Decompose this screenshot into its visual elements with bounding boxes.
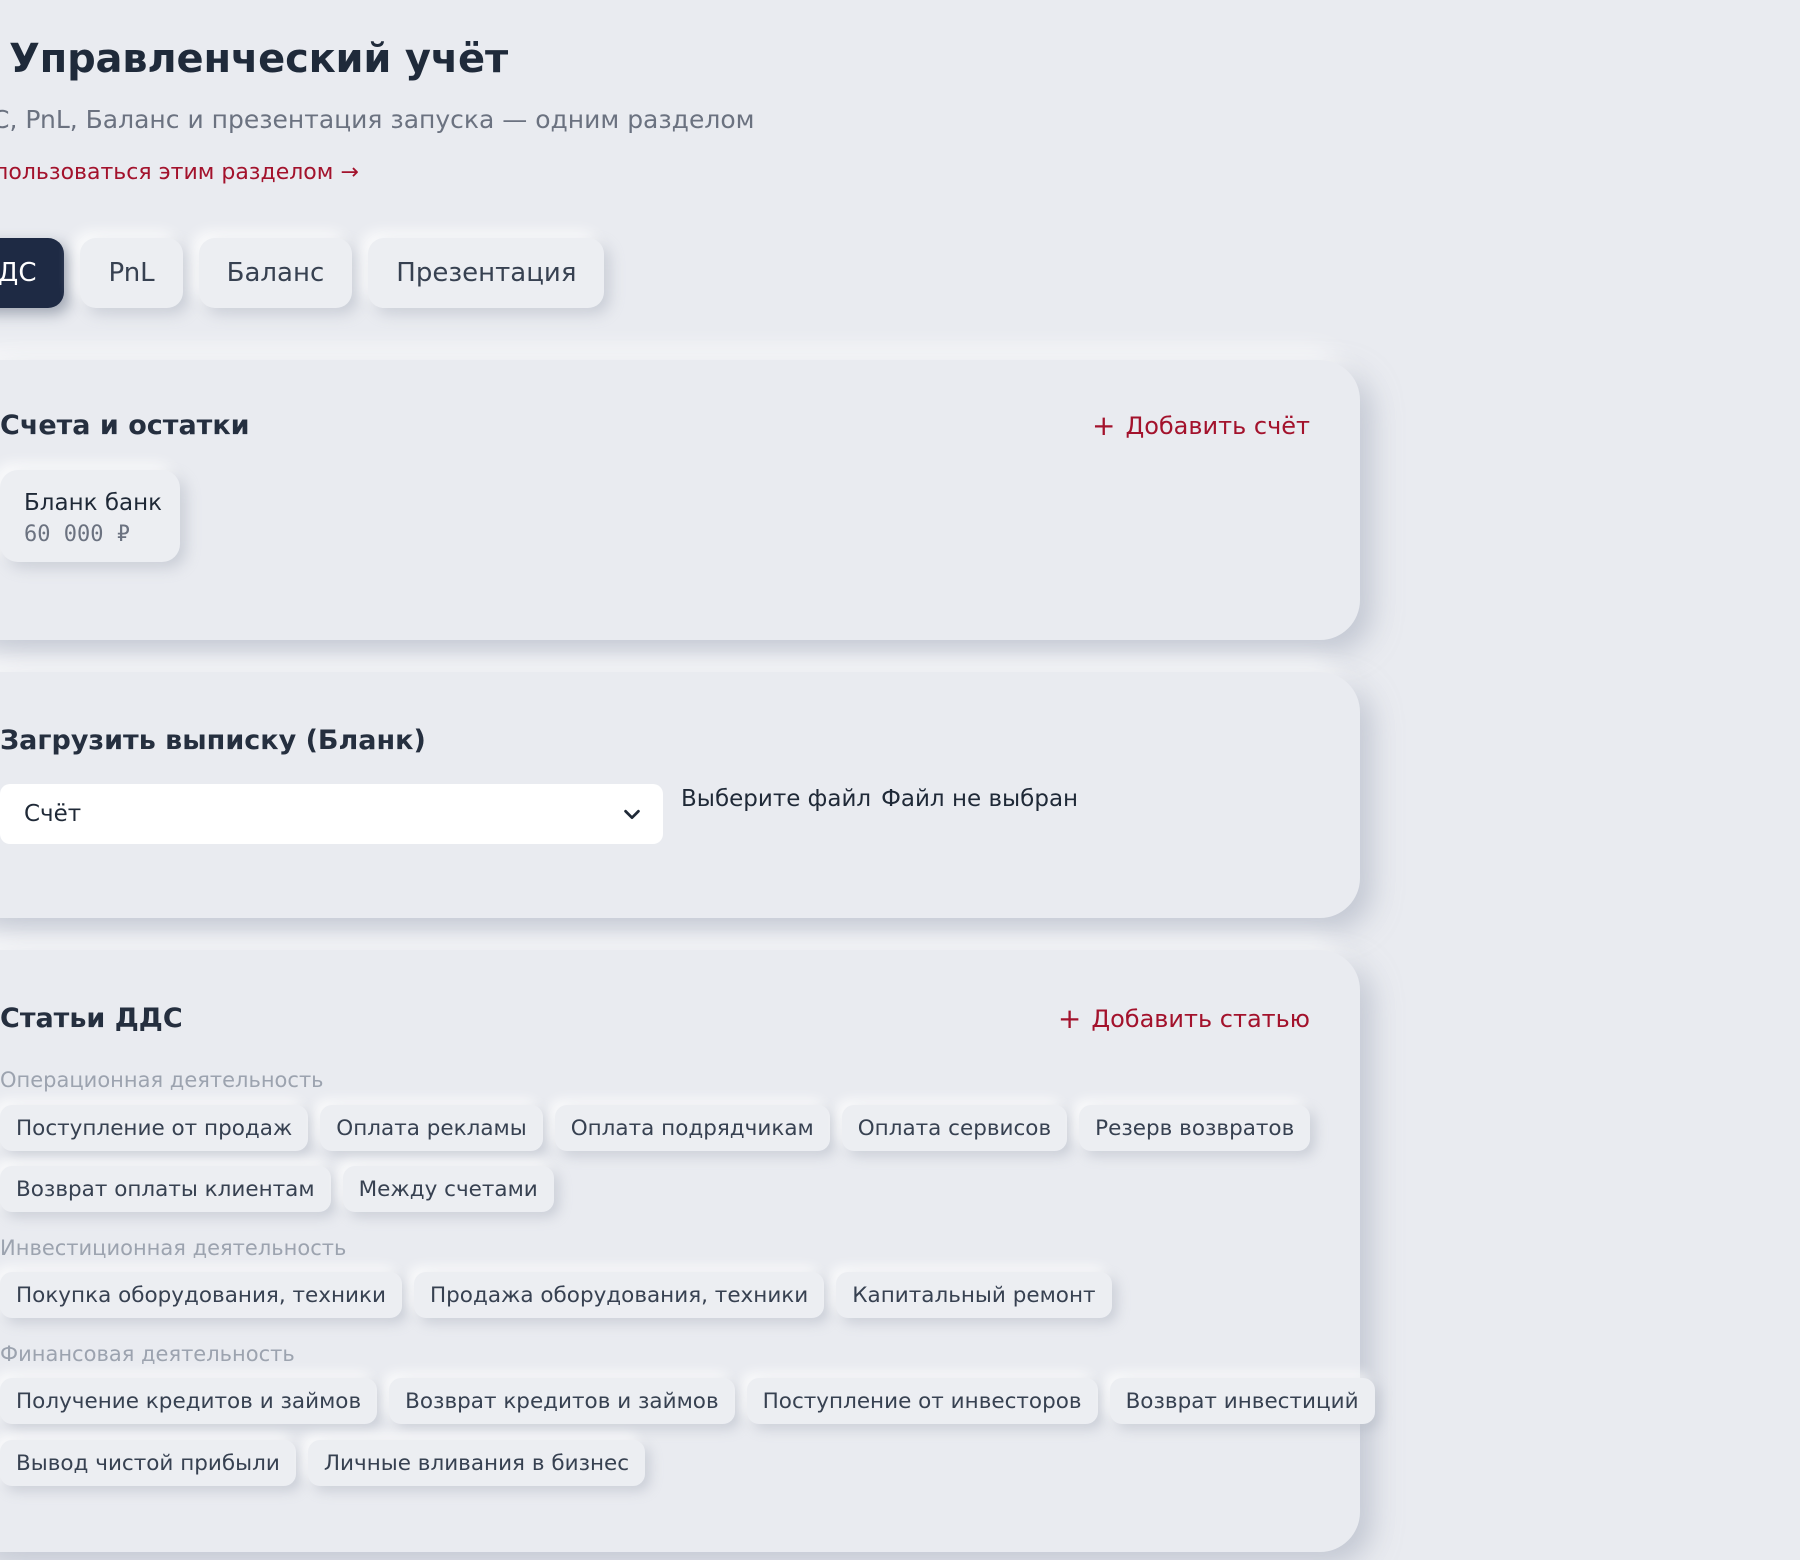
tab-dds[interactable]: ДС [0, 238, 65, 308]
category-chip[interactable]: Оплата сервисов [841, 1105, 1068, 1151]
categories-title: Статьи ДДС [0, 1003, 183, 1034]
file-input: Выберите файл Файл не выбран [681, 786, 1078, 812]
chevron-down-icon [624, 809, 640, 820]
category-chip[interactable]: Получение кредитов и займов [0, 1378, 378, 1424]
chip-row: Возврат оплаты клиентам Между счетами [0, 1166, 554, 1212]
account-name: Бланк банк [24, 490, 163, 516]
category-chip[interactable]: Капитальный ремонт [836, 1272, 1112, 1318]
category-chip[interactable]: Личные вливания в бизнес [307, 1440, 646, 1486]
page-subtitle: С, PnL, Баланс и презентация запуска — о… [0, 105, 755, 134]
file-status: Файл не выбран [881, 786, 1079, 812]
category-chip[interactable]: Вывод чистой прибыли [0, 1440, 296, 1486]
accounts-title: Счета и остатки [0, 410, 250, 441]
category-chip[interactable]: Поступление от инвесторов [746, 1378, 1098, 1424]
upload-card: Загрузить выписку (Бланк) Счёт Выберите … [0, 672, 1360, 918]
group-label-financing: Финансовая деятельность [0, 1342, 295, 1366]
section-tabs: ДС PnL Баланс Презентация [0, 238, 605, 308]
tab-presentation[interactable]: Презентация [368, 238, 605, 308]
upload-title: Загрузить выписку (Бланк) [0, 725, 426, 756]
add-account-label: Добавить счёт [1125, 412, 1310, 440]
category-chip[interactable]: Возврат оплаты клиентам [0, 1166, 331, 1212]
plus-icon: + [1091, 409, 1116, 442]
plus-icon: + [1057, 1002, 1082, 1035]
account-balance: 60 000 ₽ [24, 522, 130, 547]
categories-card: Статьи ДДС + Добавить статью Операционна… [0, 950, 1375, 1552]
choose-file-button[interactable]: Выберите файл [681, 786, 871, 812]
chip-row: Поступление от продаж Оплата рекламы Опл… [0, 1105, 1311, 1151]
account-card[interactable]: Бланк банк 60 000 ₽ [0, 470, 180, 562]
category-chip[interactable]: Резерв возвратов [1079, 1105, 1311, 1151]
add-category-label: Добавить статью [1091, 1005, 1310, 1033]
add-category-button[interactable]: + Добавить статью [1057, 1002, 1310, 1035]
category-chip[interactable]: Возврат инвестиций [1109, 1378, 1375, 1424]
category-chip[interactable]: Между счетами [342, 1166, 554, 1212]
account-select[interactable]: Счёт [0, 784, 663, 844]
page-title: Управленческий учёт [9, 36, 508, 82]
chip-row: Покупка оборудования, техники Продажа об… [0, 1272, 1112, 1318]
help-link[interactable]: пользоваться этим разделом → [0, 160, 359, 185]
add-account-button[interactable]: + Добавить счёт [1091, 409, 1310, 442]
category-chip[interactable]: Оплата рекламы [320, 1105, 543, 1151]
group-label-investing: Инвестиционная деятельность [0, 1236, 347, 1260]
tab-pnl[interactable]: PnL [80, 238, 183, 308]
tab-balance[interactable]: Баланс [198, 238, 353, 308]
group-label-operating: Операционная деятельность [0, 1068, 324, 1092]
category-chip[interactable]: Оплата подрядчикам [554, 1105, 830, 1151]
category-chip[interactable]: Продажа оборудования, техники [413, 1272, 825, 1318]
page: Управленческий учёт С, PnL, Баланс и пре… [0, 0, 1800, 1560]
accounts-card: Счета и остатки + Добавить счёт Бланк ба… [0, 360, 1360, 640]
account-select-value: Счёт [24, 801, 82, 827]
category-chip[interactable]: Поступление от продаж [0, 1105, 309, 1151]
category-chip[interactable]: Возврат кредитов и займов [389, 1378, 735, 1424]
chip-row: Вывод чистой прибыли Личные вливания в б… [0, 1440, 646, 1486]
category-chip[interactable]: Покупка оборудования, техники [0, 1272, 402, 1318]
chip-row: Получение кредитов и займов Возврат кред… [0, 1378, 1375, 1424]
